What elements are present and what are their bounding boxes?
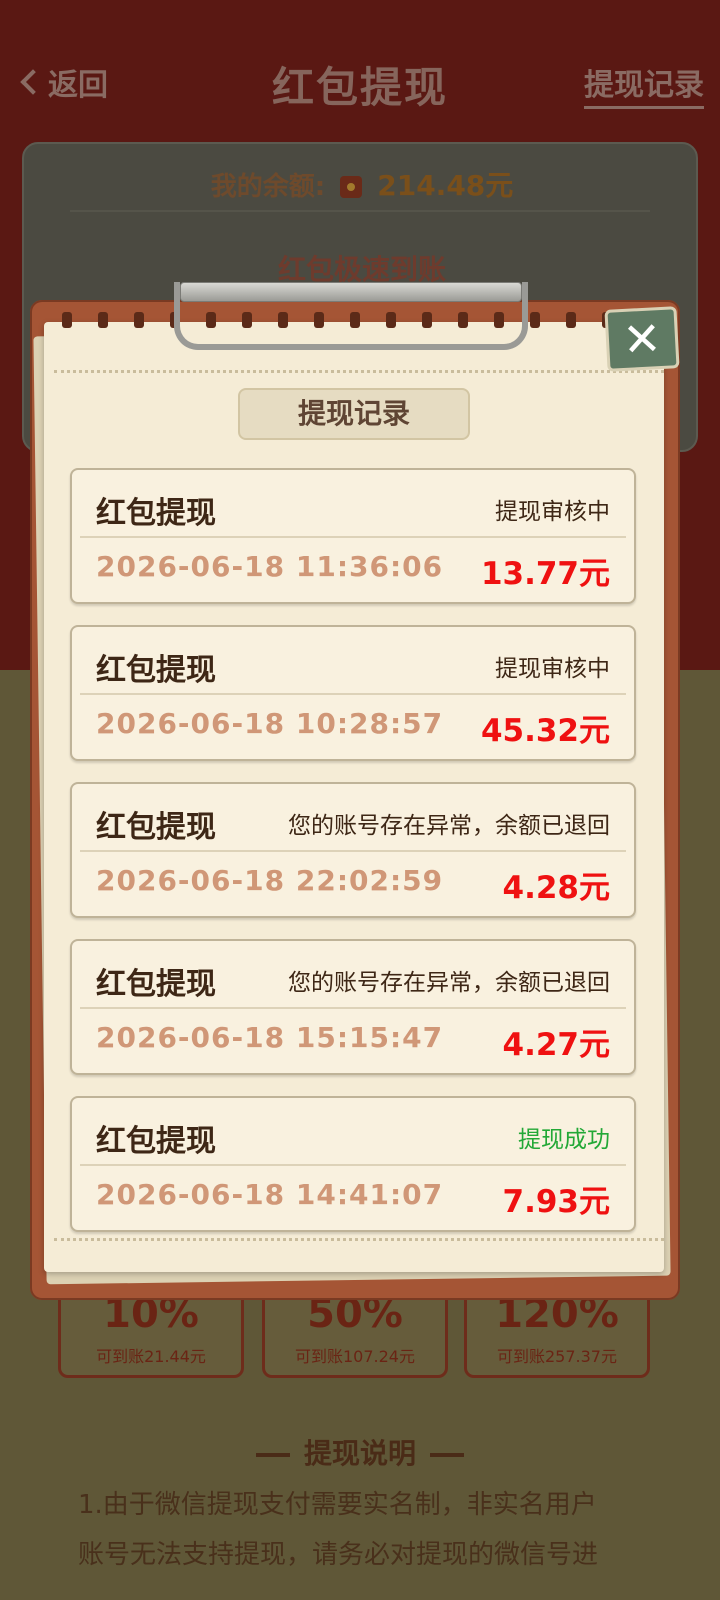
dotted-divider-bottom: [54, 1238, 664, 1241]
record-time: 2026-06-18 10:28:57: [96, 707, 444, 740]
binding-hole: [134, 312, 144, 328]
record-type: 红包提现: [96, 496, 216, 531]
close-icon: ✕: [621, 311, 663, 367]
percent-arrival: 可到账107.24元: [295, 1347, 415, 1366]
record-status: 提现审核中: [495, 499, 610, 525]
percent-arrival: 可到账21.44元: [96, 1347, 206, 1366]
record-type: 红包提现: [96, 653, 216, 688]
divider: [70, 210, 650, 212]
explain-title-text: 提现说明: [303, 1437, 416, 1470]
explain-line: 账号无法支持提现，请务必对提现的微信号进: [78, 1540, 599, 1570]
record-card: 红包提现 您的账号存在异常，余额已退回 2026-06-18 15:15:47 …: [70, 939, 636, 1075]
red-packet-icon: [340, 176, 363, 198]
record-type: 红包提现: [96, 1124, 216, 1159]
record-divider: [80, 536, 626, 538]
record-type: 红包提现: [96, 810, 216, 845]
binding-hole: [62, 312, 72, 328]
withdraw-record-link[interactable]: 提现记录: [584, 60, 704, 109]
record-status: 提现成功: [518, 1127, 610, 1153]
binding-hole: [566, 312, 576, 328]
record-card: 红包提现 提现成功 2026-06-18 14:41:07 7.93元: [70, 1096, 636, 1232]
record-status: 您的账号存在异常，余额已退回: [288, 970, 610, 996]
record-divider: [80, 693, 626, 695]
heading-dash: [430, 1453, 464, 1457]
record-time: 2026-06-18 11:36:06: [96, 550, 444, 583]
balance-label: 我的余额:: [210, 172, 326, 202]
record-status: 提现审核中: [495, 656, 610, 682]
balance-row: 我的余额: 214.48元: [24, 164, 700, 204]
clipboard-clip-bar: [180, 282, 522, 302]
record-type: 红包提现: [96, 967, 216, 1002]
record-time: 2026-06-18 14:41:07: [96, 1178, 444, 1211]
binding-hole: [98, 312, 108, 328]
record-divider: [80, 1007, 626, 1009]
record-card: 红包提现 提现审核中 2026-06-18 11:36:06 13.77元: [70, 468, 636, 604]
record-amount: 7.93元: [502, 1184, 611, 1220]
record-time: 2026-06-18 15:15:47: [96, 1021, 444, 1054]
record-amount: 4.27元: [502, 1027, 611, 1063]
record-amount: 13.77元: [480, 556, 610, 592]
close-button[interactable]: ✕: [604, 306, 680, 372]
dotted-divider-top: [54, 370, 664, 373]
record-card: 红包提现 提现审核中 2026-06-18 10:28:57 45.32元: [70, 625, 636, 761]
record-card: 红包提现 您的账号存在异常，余额已退回 2026-06-18 22:02:59 …: [70, 782, 636, 918]
record-divider: [80, 1164, 626, 1166]
balance-amount: 214.48元: [377, 169, 514, 202]
record-amount: 4.28元: [502, 870, 611, 906]
record-status: 您的账号存在异常，余额已退回: [288, 813, 610, 839]
record-amount: 45.32元: [480, 713, 610, 749]
record-time: 2026-06-18 22:02:59: [96, 864, 444, 897]
explain-heading: 提现说明: [0, 1432, 720, 1472]
binding-hole: [530, 312, 540, 328]
heading-dash: [255, 1453, 290, 1457]
explain-line: 1.由于微信提现支付需要实名制，非实名用户: [78, 1490, 597, 1520]
percent-arrival: 可到账257.37元: [497, 1347, 617, 1366]
modal-title: 提现记录: [238, 388, 470, 440]
record-divider: [80, 850, 626, 852]
